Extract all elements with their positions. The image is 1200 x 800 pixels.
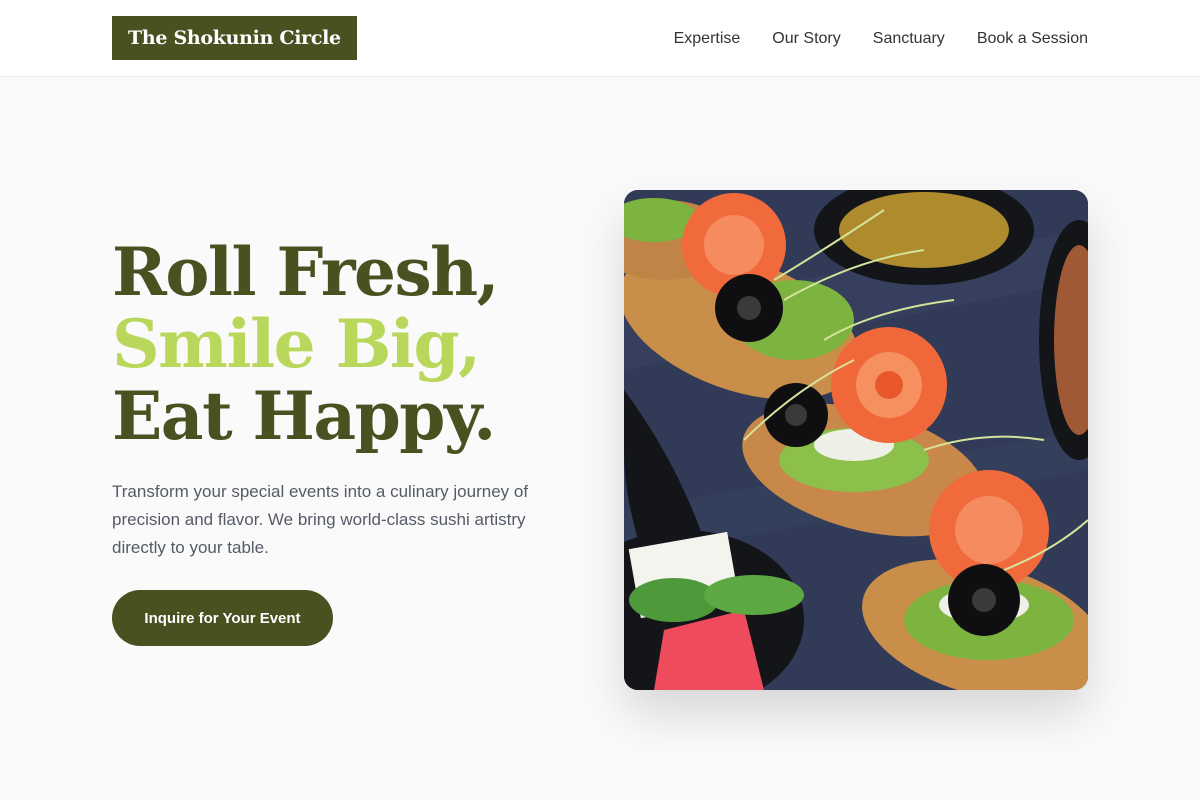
hero-copy: Roll Fresh, Smile Big, Eat Happy. Transf… bbox=[112, 236, 572, 562]
main-nav: Expertise Our Story Sanctuary Book a Ses… bbox=[674, 0, 1088, 77]
headline-line-2: Smile Big, bbox=[112, 305, 481, 383]
hero-description: Transform your special events into a cul… bbox=[112, 482, 529, 557]
inquire-button[interactable]: Inquire for Your Event bbox=[112, 590, 333, 646]
headline-line-3: Eat Happy. bbox=[112, 377, 496, 455]
food-photo-illustration bbox=[624, 190, 1088, 690]
site-header: The Shokunin Circle Expertise Our Story … bbox=[0, 0, 1200, 77]
nav-link-expertise[interactable]: Expertise bbox=[674, 30, 741, 48]
hero-food-image bbox=[624, 190, 1088, 690]
nav-link-book-session[interactable]: Book a Session bbox=[977, 30, 1088, 48]
headline-line-1: Roll Fresh, bbox=[112, 233, 500, 311]
brand-name: The Shokunin Circle bbox=[128, 27, 341, 49]
hero-headline: Roll Fresh, Smile Big, Eat Happy. bbox=[112, 236, 572, 452]
nav-link-our-story[interactable]: Our Story bbox=[772, 30, 840, 48]
nav-link-sanctuary[interactable]: Sanctuary bbox=[873, 30, 945, 48]
brand-logo[interactable]: The Shokunin Circle bbox=[112, 16, 357, 60]
